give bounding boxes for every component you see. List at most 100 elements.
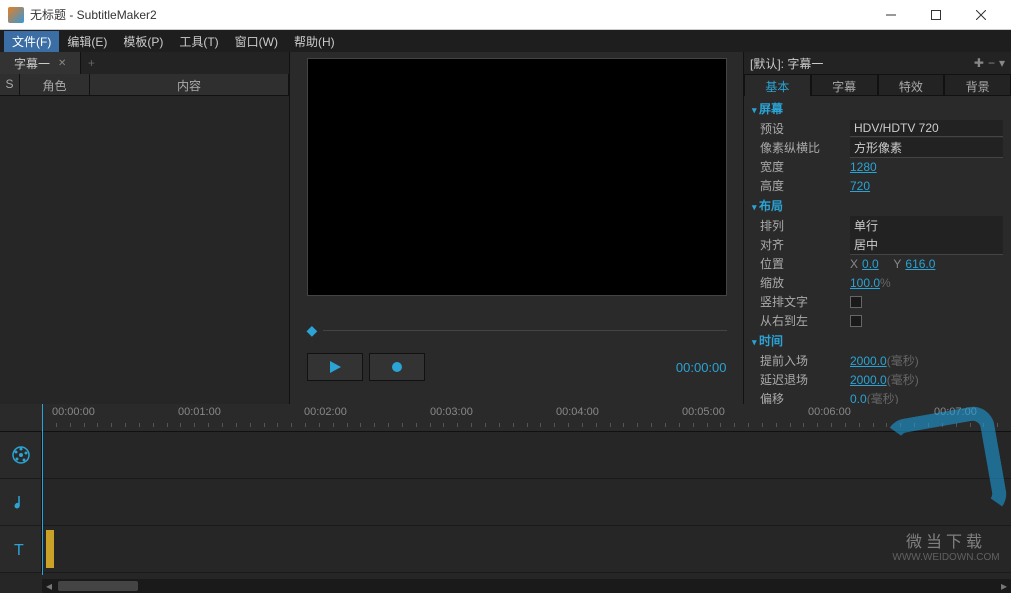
window-title: 无标题 - SubtitleMaker2 xyxy=(30,6,868,23)
prein-input[interactable]: 2000.0 xyxy=(850,354,887,368)
delayout-unit: (毫秒) xyxy=(887,373,919,387)
timeline-tracks: T xyxy=(0,432,1011,573)
tab-fx[interactable]: 特效 xyxy=(878,74,945,96)
add-tab-button[interactable]: + xyxy=(81,56,101,70)
pos-label: 位置 xyxy=(760,255,850,272)
pos-y-label: Y xyxy=(893,257,901,271)
subtitle-list-header: S 角色 内容 xyxy=(0,74,289,96)
group-time[interactable]: 时间 xyxy=(752,330,1003,351)
add-icon[interactable]: ✚ xyxy=(974,56,984,70)
close-button[interactable] xyxy=(958,0,1003,30)
rtl-label: 从右到左 xyxy=(760,312,850,329)
play-button[interactable] xyxy=(307,353,363,381)
audio-track[interactable] xyxy=(0,479,1011,526)
menu-edit[interactable]: 编辑(E) xyxy=(59,31,115,52)
width-label: 宽度 xyxy=(760,158,850,175)
par-label: 像素纵横比 xyxy=(760,139,850,156)
menu-icon[interactable]: ▾ xyxy=(999,56,1005,70)
timeline-scrollbar[interactable]: ◂ ▸ xyxy=(42,579,1011,593)
scale-label: 缩放 xyxy=(760,274,850,291)
app-icon xyxy=(8,7,24,23)
menu-help[interactable]: 帮助(H) xyxy=(286,31,343,52)
timeline-panel: 00:00:00 00:01:00 00:02:00 00:03:00 00:0… xyxy=(0,404,1011,593)
maximize-button[interactable] xyxy=(913,0,958,30)
minimize-button[interactable] xyxy=(868,0,913,30)
scroll-left-icon[interactable]: ◂ xyxy=(42,579,56,593)
properties-title: [默认]: 字幕一 xyxy=(750,55,974,72)
remove-icon[interactable]: − xyxy=(988,56,995,70)
tick-1: 00:01:00 xyxy=(178,406,221,418)
arrange-select[interactable]: 单行 xyxy=(850,216,1003,236)
scroll-right-icon[interactable]: ▸ xyxy=(997,579,1011,593)
timecode-display: 00:00:00 xyxy=(676,360,727,375)
video-preview[interactable] xyxy=(307,58,727,296)
menu-template[interactable]: 模板(P) xyxy=(115,31,171,52)
timeline-ruler[interactable]: 00:00:00 00:01:00 00:02:00 00:03:00 00:0… xyxy=(0,404,1011,432)
tick-2: 00:02:00 xyxy=(304,406,347,418)
rtl-checkbox[interactable] xyxy=(850,315,862,327)
subtitle-tab-label: 字幕一 xyxy=(14,55,50,72)
tick-5: 00:05:00 xyxy=(682,406,725,418)
tab-subtitle[interactable]: 字幕 xyxy=(811,74,878,96)
text-track-body[interactable] xyxy=(42,526,1011,572)
delayout-label: 延迟退场 xyxy=(760,371,850,388)
audio-track-body[interactable] xyxy=(42,479,1011,525)
preview-panel: ◆ 00:00:00 xyxy=(290,52,743,404)
text-track-icon[interactable]: T xyxy=(0,526,42,572)
tab-basic[interactable]: 基本 xyxy=(744,74,811,96)
properties-body: 屏幕 预设HDV/HDTV 720 像素纵横比方形像素 宽度1280 高度720… xyxy=(744,96,1011,410)
menu-tools[interactable]: 工具(T) xyxy=(171,31,226,52)
subtitle-list-panel: 字幕一 ✕ + S 角色 内容 xyxy=(0,52,290,404)
video-track[interactable] xyxy=(0,432,1011,479)
pos-x-input[interactable]: 0.0 xyxy=(862,257,879,271)
width-value[interactable]: 1280 xyxy=(850,160,1003,174)
timeline-subticks xyxy=(42,423,1011,431)
text-track[interactable]: T xyxy=(0,526,1011,573)
playhead-diamond-icon[interactable]: ◆ xyxy=(307,322,318,339)
col-role: 角色 xyxy=(20,74,90,95)
video-track-icon[interactable] xyxy=(0,432,42,478)
prein-unit: (毫秒) xyxy=(887,354,919,368)
preset-select[interactable]: HDV/HDTV 720 xyxy=(850,120,1003,137)
menubar: 文件(F) 编辑(E) 模板(P) 工具(T) 窗口(W) 帮助(H) xyxy=(0,30,1011,52)
tick-0: 00:00:00 xyxy=(52,406,95,418)
par-select[interactable]: 方形像素 xyxy=(850,138,1003,158)
scrub-bar[interactable]: ◆ xyxy=(307,322,727,339)
subtitle-list-body[interactable] xyxy=(0,96,289,404)
tick-7: 00:07:00 xyxy=(934,406,977,418)
svg-text:T: T xyxy=(14,542,24,559)
tick-3: 00:03:00 xyxy=(430,406,473,418)
pos-x-label: X xyxy=(850,257,858,271)
properties-panel: [默认]: 字幕一 ✚ − ▾ 基本 字幕 特效 背景 屏幕 预设HDV/HDT… xyxy=(743,52,1011,404)
main-area: 字幕一 ✕ + S 角色 内容 ◆ 00:00:00 xyxy=(0,52,1011,404)
height-value[interactable]: 720 xyxy=(850,179,1003,193)
record-button[interactable] xyxy=(369,353,425,381)
scale-unit: % xyxy=(880,276,891,290)
delayout-input[interactable]: 2000.0 xyxy=(850,373,887,387)
vertical-checkbox[interactable] xyxy=(850,296,862,308)
group-screen[interactable]: 屏幕 xyxy=(752,98,1003,119)
align-select[interactable]: 居中 xyxy=(850,235,1003,255)
properties-tabs: 基本 字幕 特效 背景 xyxy=(744,74,1011,96)
timeline-playhead[interactable] xyxy=(42,404,43,575)
audio-track-icon[interactable] xyxy=(0,479,42,525)
scroll-thumb[interactable] xyxy=(58,581,138,591)
scale-input[interactable]: 100.0 xyxy=(850,276,880,290)
scrub-track[interactable] xyxy=(323,330,726,331)
vertical-label: 竖排文字 xyxy=(760,293,850,310)
tab-bg[interactable]: 背景 xyxy=(944,74,1011,96)
video-track-body[interactable] xyxy=(42,432,1011,478)
subtitle-tab-1[interactable]: 字幕一 ✕ xyxy=(0,52,81,75)
subtitle-tabs: 字幕一 ✕ + xyxy=(0,52,289,74)
col-content: 内容 xyxy=(90,74,289,95)
properties-title-bar: [默认]: 字幕一 ✚ − ▾ xyxy=(744,52,1011,74)
col-s: S xyxy=(0,74,20,95)
close-tab-icon[interactable]: ✕ xyxy=(58,58,66,69)
align-label: 对齐 xyxy=(760,236,850,253)
group-layout[interactable]: 布局 xyxy=(752,195,1003,216)
pos-y-input[interactable]: 616.0 xyxy=(905,257,935,271)
menu-file[interactable]: 文件(F) xyxy=(4,31,59,52)
playback-controls: 00:00:00 xyxy=(307,353,727,381)
menu-window[interactable]: 窗口(W) xyxy=(227,31,286,52)
height-label: 高度 xyxy=(760,177,850,194)
